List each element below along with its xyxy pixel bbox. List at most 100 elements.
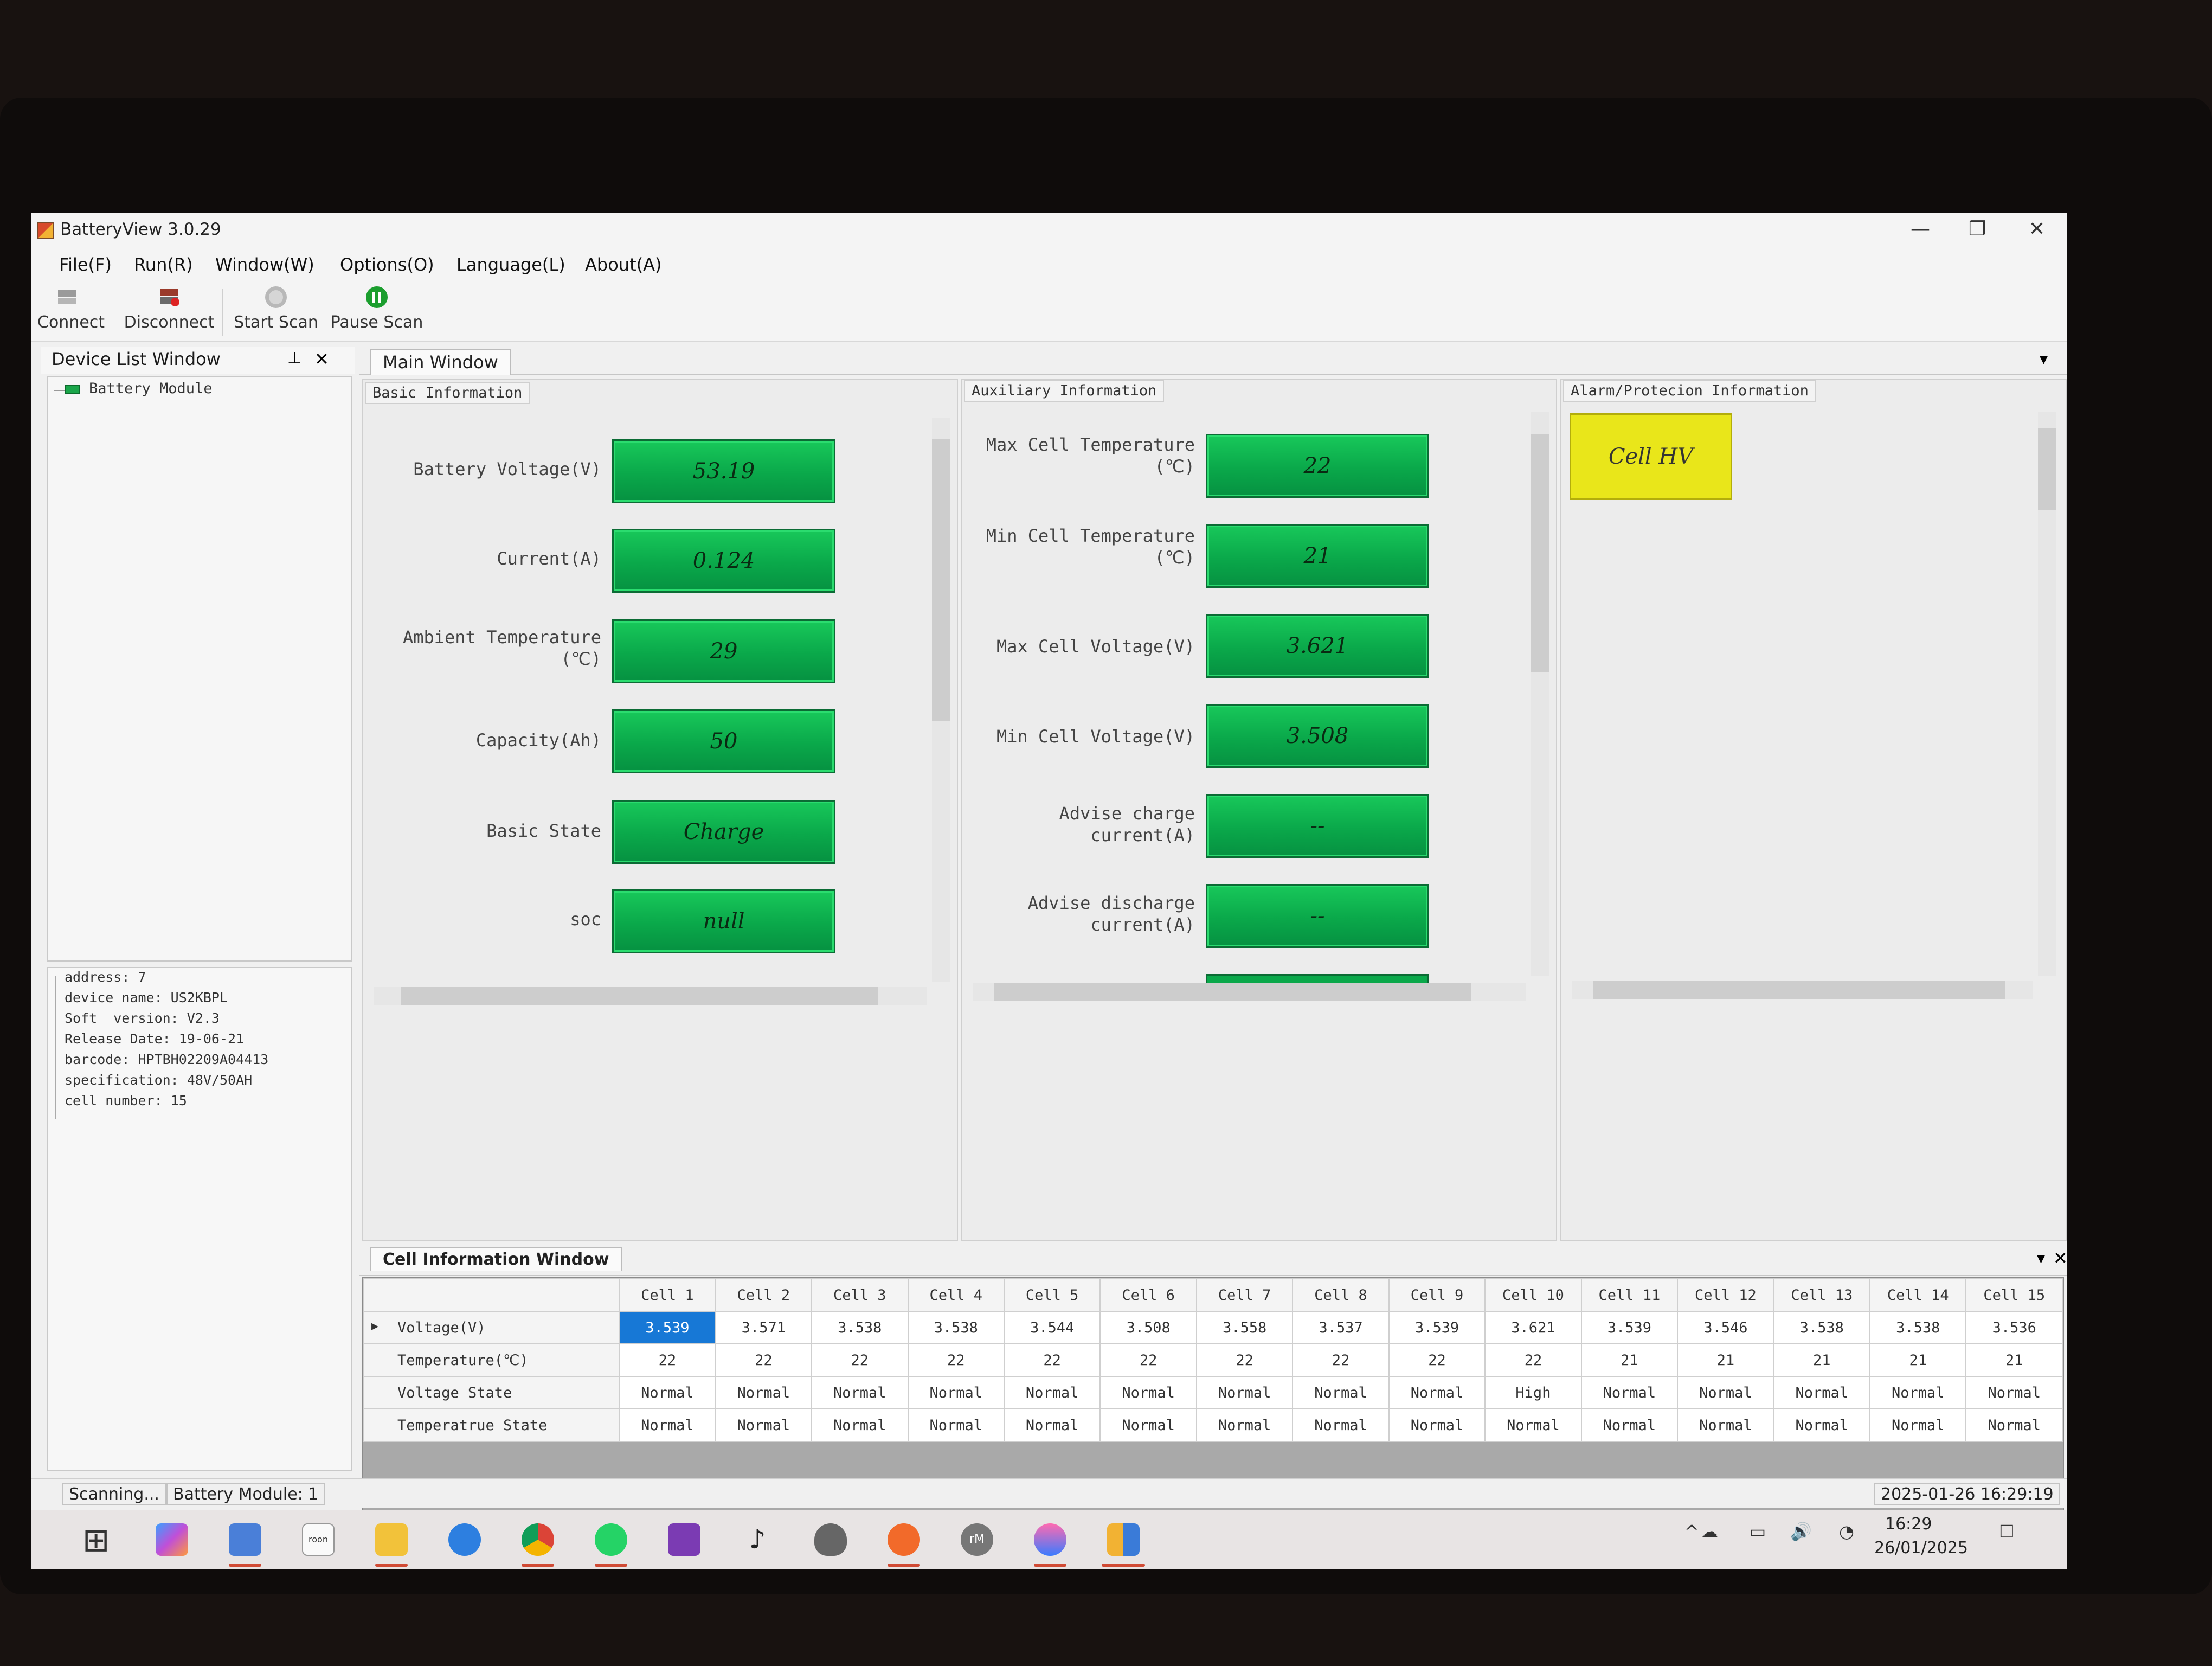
table-cell[interactable]: Normal xyxy=(1869,1408,1967,1442)
table-cell[interactable]: 21 xyxy=(1773,1343,1871,1377)
column-header[interactable]: Cell 2 xyxy=(715,1278,813,1312)
column-header[interactable]: Cell 4 xyxy=(907,1278,1005,1312)
network-app-icon[interactable] xyxy=(229,1523,261,1556)
table-cell[interactable]: 3.539 xyxy=(1580,1311,1679,1344)
whatsapp-icon[interactable] xyxy=(595,1523,627,1556)
table-cell[interactable]: Normal xyxy=(1580,1408,1679,1442)
column-header[interactable]: Cell 3 xyxy=(811,1278,909,1312)
device-list-close-icon[interactable]: ✕ xyxy=(314,349,329,369)
table-cell[interactable]: Normal xyxy=(1965,1376,2063,1409)
table-cell[interactable]: Normal xyxy=(1099,1376,1197,1409)
table-cell[interactable]: 21 xyxy=(1869,1343,1967,1377)
tab-cell-information[interactable]: Cell Information Window xyxy=(370,1247,622,1271)
table-cell[interactable]: 22 xyxy=(715,1343,813,1377)
table-cell[interactable]: 3.621 xyxy=(1484,1311,1582,1344)
scrollbar-thumb[interactable] xyxy=(2038,428,2056,510)
pin-icon[interactable]: ⊥ xyxy=(287,349,301,368)
table-cell[interactable]: Normal xyxy=(1773,1376,1871,1409)
table-cell[interactable]: Normal xyxy=(619,1408,716,1442)
close-button[interactable]: ✕ xyxy=(2007,213,2067,246)
table-cell[interactable]: Normal xyxy=(715,1376,813,1409)
table-cell[interactable]: Normal xyxy=(1003,1376,1101,1409)
disconnect-button[interactable]: Disconnect xyxy=(120,285,218,332)
table-cell[interactable]: 22 xyxy=(1292,1343,1390,1377)
table-cell[interactable]: Normal xyxy=(1292,1376,1390,1409)
table-cell[interactable]: 22 xyxy=(1388,1343,1486,1377)
table-cell[interactable]: Normal xyxy=(1388,1376,1486,1409)
settings-icon[interactable] xyxy=(448,1523,481,1556)
table-cell[interactable]: 3.538 xyxy=(1773,1311,1871,1344)
table-cell[interactable]: Normal xyxy=(1484,1408,1582,1442)
table-cell[interactable]: 3.538 xyxy=(811,1311,909,1344)
tree-item-battery-module[interactable]: Battery Module xyxy=(89,380,213,397)
column-header[interactable]: Cell 1 xyxy=(619,1278,716,1312)
clock-date[interactable]: 26/01/2025 xyxy=(1874,1539,1968,1558)
remarkable-icon[interactable]: rM xyxy=(961,1523,993,1556)
mail-icon[interactable] xyxy=(888,1523,920,1556)
tray-chevron-icon[interactable]: ^ xyxy=(1684,1521,1699,1542)
table-cell[interactable]: 3.539 xyxy=(1388,1311,1486,1344)
menu-options[interactable]: Options(O) xyxy=(340,254,434,275)
table-cell[interactable]: 3.536 xyxy=(1965,1311,2063,1344)
onedrive-icon[interactable]: ☁ xyxy=(1701,1521,1718,1542)
table-cell[interactable]: Normal xyxy=(1677,1376,1774,1409)
menu-run[interactable]: Run(R) xyxy=(134,254,193,275)
cell-window-dropdown-icon[interactable]: ▾ xyxy=(2037,1249,2045,1268)
minimize-button[interactable]: — xyxy=(1891,213,1950,246)
table-cell[interactable]: Normal xyxy=(1869,1376,1967,1409)
table-cell[interactable]: Normal xyxy=(1195,1408,1294,1442)
copilot-icon[interactable] xyxy=(156,1523,188,1556)
clock-time[interactable]: 16:29 xyxy=(1885,1515,1932,1534)
roon-icon[interactable]: roon xyxy=(302,1523,335,1556)
table-cell[interactable]: Normal xyxy=(1965,1408,2063,1442)
table-cell[interactable]: Normal xyxy=(907,1408,1005,1442)
table-cell[interactable]: 22 xyxy=(619,1343,716,1377)
table-cell[interactable]: Normal xyxy=(1003,1408,1101,1442)
restore-button[interactable]: ❐ xyxy=(1947,213,2007,246)
file-explorer-icon[interactable] xyxy=(375,1523,408,1556)
onenote-icon[interactable] xyxy=(668,1523,700,1556)
column-header[interactable]: Cell 11 xyxy=(1580,1278,1679,1312)
scrollbar-thumb[interactable] xyxy=(1531,434,1549,672)
table-cell[interactable]: 3.558 xyxy=(1195,1311,1294,1344)
battery-icon[interactable]: ▭ xyxy=(1750,1521,1766,1542)
table-cell[interactable]: Normal xyxy=(715,1408,813,1442)
table-cell[interactable]: Normal xyxy=(907,1376,1005,1409)
chrome-icon[interactable] xyxy=(522,1523,554,1556)
auxiliary-vertical-scrollbar[interactable] xyxy=(1531,412,1549,976)
table-cell[interactable]: 3.538 xyxy=(1869,1311,1967,1344)
basic-vertical-scrollbar[interactable] xyxy=(932,418,950,982)
scrollbar-thumb[interactable] xyxy=(401,987,878,1005)
menu-language[interactable]: Language(L) xyxy=(456,254,565,275)
cell-window-close-icon[interactable]: ✕ xyxy=(2053,1248,2067,1268)
table-cell[interactable]: 22 xyxy=(1195,1343,1294,1377)
table-cell[interactable]: 3.537 xyxy=(1292,1311,1390,1344)
table-cell[interactable]: Normal xyxy=(1773,1408,1871,1442)
table-cell[interactable]: 21 xyxy=(1965,1343,2063,1377)
table-cell[interactable]: Normal xyxy=(1580,1376,1679,1409)
alarm-horizontal-scrollbar[interactable] xyxy=(1572,981,2033,999)
auxiliary-horizontal-scrollbar[interactable] xyxy=(973,983,1526,1001)
table-cell[interactable]: Normal xyxy=(811,1376,909,1409)
connect-button[interactable]: Connect xyxy=(37,285,105,332)
table-cell[interactable]: 22 xyxy=(1484,1343,1582,1377)
table-cell[interactable]: High xyxy=(1484,1376,1582,1409)
windows-start-icon[interactable]: ⊞ xyxy=(82,1521,110,1559)
volume-icon[interactable]: 🔊 xyxy=(1790,1521,1812,1542)
music-icon[interactable]: ♪ xyxy=(741,1523,774,1556)
column-header[interactable]: Cell 9 xyxy=(1388,1278,1486,1312)
table-cell[interactable]: Normal xyxy=(1195,1376,1294,1409)
table-cell[interactable]: 3.539 xyxy=(619,1311,716,1344)
table-cell[interactable]: Normal xyxy=(1292,1408,1390,1442)
table-cell[interactable]: Normal xyxy=(619,1376,716,1409)
column-header[interactable]: Cell 12 xyxy=(1677,1278,1774,1312)
column-header[interactable]: Cell 5 xyxy=(1003,1278,1101,1312)
column-header[interactable]: Cell 14 xyxy=(1869,1278,1967,1312)
column-header[interactable]: Cell 10 xyxy=(1484,1278,1582,1312)
table-cell[interactable]: 22 xyxy=(1099,1343,1197,1377)
main-window-dropdown-icon[interactable]: ▾ xyxy=(2040,350,2048,369)
scrollbar-thumb[interactable] xyxy=(1593,981,2005,999)
column-header[interactable]: Cell 8 xyxy=(1292,1278,1390,1312)
table-cell[interactable]: 3.544 xyxy=(1003,1311,1101,1344)
batteryview-icon[interactable] xyxy=(1107,1523,1140,1556)
